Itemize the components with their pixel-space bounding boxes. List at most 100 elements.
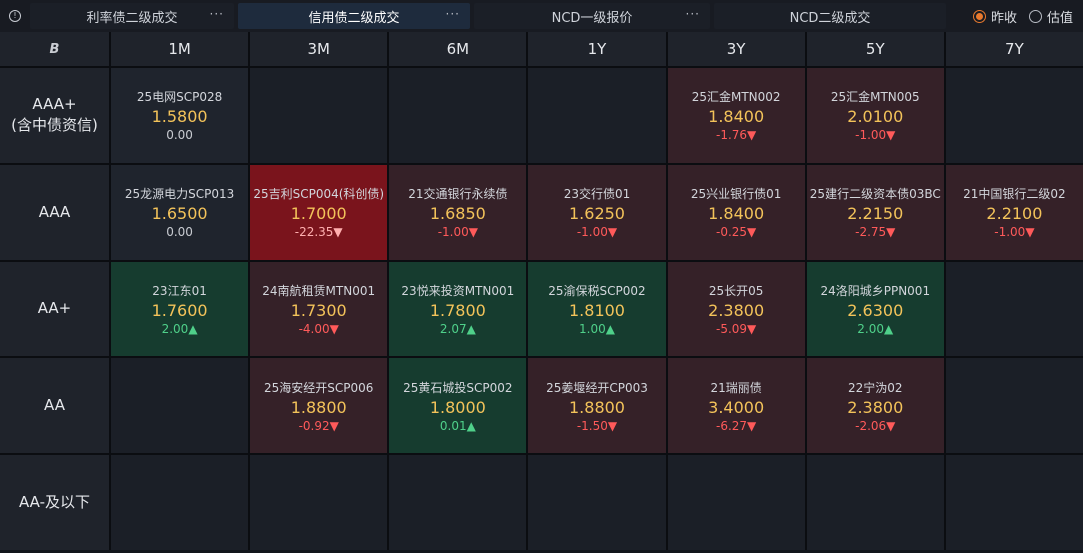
bond-cell[interactable]: 24南航租赁MTN001 1.7300 -4.00▼ <box>250 261 388 357</box>
empty-cell <box>667 455 805 550</box>
rating-tenor-matrix: B 1M 3M 6M 1Y 3Y 5Y 7Y AAA+ (含中债资信) 25电网SCP028 1.5… <box>0 32 1083 550</box>
bond-name: 23江东01 <box>152 283 207 298</box>
column-header-1m[interactable]: 1M <box>111 32 249 66</box>
more-icon[interactable]: ··· <box>446 7 460 21</box>
tab-rate-bond-secondary[interactable]: 利率债二级成交 ··· <box>30 3 234 29</box>
column-header-1y[interactable]: 1Y <box>528 32 666 66</box>
bond-yield: 2.3800 <box>847 397 904 417</box>
bond-cell[interactable]: 25建行二级资本债03BC 2.2150 -2.75▼ <box>806 164 944 260</box>
bond-cell[interactable]: 21交通银行永续债 1.6850 -1.00▼ <box>389 164 527 260</box>
bond-name: 25兴业银行债01 <box>690 187 782 202</box>
row-label-line: AA-及以下 <box>18 493 91 512</box>
bond-cell[interactable]: 25吉利SCP004(科创债) 1.7000 -22.35▼ <box>250 164 388 260</box>
bond-cell[interactable]: 25长开05 2.3800 -5.09▼ <box>667 261 805 357</box>
tab-bar: ! 利率债二级成交 ··· 信用债二级成交 ··· NCD一级报价 ··· NC… <box>0 0 1083 33</box>
row-label: AA-及以下 <box>0 455 109 550</box>
bond-cell[interactable]: 23交行债01 1.6250 -1.00▼ <box>528 164 666 260</box>
bond-name: 22宁沩02 <box>848 380 903 395</box>
bond-cell[interactable]: 22宁沩02 2.3800 -2.06▼ <box>806 358 944 454</box>
column-header-3m[interactable]: 3M <box>250 32 388 66</box>
empty-cell <box>945 68 1083 163</box>
bond-name: 25汇金MTN002 <box>691 90 781 105</box>
row-label: AAA+ (含中债资信) <box>0 68 109 163</box>
row-label-text: AAA <box>39 202 71 223</box>
radio-selected-icon <box>972 9 986 23</box>
row-label-text: AA-及以下 <box>19 492 90 513</box>
empty-cell <box>111 358 249 454</box>
bond-yield: 1.8100 <box>569 300 625 320</box>
tab-ncd-secondary[interactable]: NCD二级成交 <box>714 3 946 29</box>
bond-cell[interactable]: 25渝保税SCP002 1.8100 1.00▲ <box>528 261 666 357</box>
column-header-7y[interactable]: 7Y <box>945 32 1083 66</box>
bond-yield-change: -1.00▼ <box>855 128 896 143</box>
bond-yield-change: -5.09▼ <box>715 321 757 336</box>
bond-cell[interactable]: 25龙源电力SCP013 1.6500 0.00 <box>111 164 249 260</box>
bond-yield-change: -0.92▼ <box>298 418 339 433</box>
bond-name: 24南航租赁MTN001 <box>262 283 376 298</box>
tab-label: NCD一级报价 <box>551 10 633 26</box>
bond-name: 24洛阳城乡PPN001 <box>820 283 931 298</box>
bond-cell[interactable]: 25汇金MTN002 1.8400 -1.76▼ <box>667 68 805 163</box>
bond-yield-change: -1.00▼ <box>437 225 478 240</box>
bond-cell[interactable]: 25海安经开SCP006 1.8800 -0.92▼ <box>250 358 388 454</box>
bond-cell[interactable]: 25黄石城投SCP002 1.8000 0.01▲ <box>389 358 527 454</box>
bond-name: 25姜堰经开CP003 <box>546 380 648 395</box>
column-header-3y[interactable]: 3Y <box>667 32 805 66</box>
bond-yield-change: -1.00▼ <box>994 225 1035 240</box>
bond-name: 25电网SCP028 <box>136 90 223 105</box>
bond-name: 23交行债01 <box>563 187 631 202</box>
more-icon[interactable]: ··· <box>210 7 224 21</box>
tab-label: 利率债二级成交 <box>86 10 178 26</box>
bond-yield: 1.7300 <box>290 300 347 320</box>
bond-yield: 1.6250 <box>569 204 625 224</box>
row-label-text: AA+ <box>38 298 72 319</box>
info-icon[interactable]: ! <box>0 0 30 32</box>
bond-cell[interactable]: 25汇金MTN005 2.0100 -1.00▼ <box>806 68 944 163</box>
compare-base-radio-group: 昨收 估值 <box>972 0 1073 32</box>
column-header-6m[interactable]: 6M <box>389 32 527 66</box>
bond-yield: 1.6850 <box>429 204 486 224</box>
bond-yield: 2.2100 <box>986 204 1043 224</box>
bond-name: 25龙源电力SCP013 <box>124 187 235 202</box>
bond-yield: 1.8400 <box>708 204 765 224</box>
bond-yield: 1.8800 <box>290 397 347 417</box>
bond-name: 25渝保税SCP002 <box>548 283 646 298</box>
bond-yield-change: -1.00▼ <box>576 225 618 240</box>
tab-credit-bond-secondary[interactable]: 信用债二级成交 ··· <box>238 3 470 29</box>
tab-label: 信用债二级成交 <box>308 10 400 26</box>
radio-valuation[interactable]: 估值 <box>1028 7 1073 26</box>
bond-yield: 3.4000 <box>708 397 765 417</box>
column-header-5y[interactable]: 5Y <box>806 32 944 66</box>
bond-yield: 1.5800 <box>151 107 208 127</box>
bond-cell[interactable]: 25电网SCP028 1.5800 0.00 <box>111 68 249 163</box>
bond-yield: 2.0100 <box>847 107 904 127</box>
bond-cell[interactable]: 24洛阳城乡PPN001 2.6300 2.00▲ <box>806 261 944 357</box>
bond-yield: 1.8000 <box>429 397 486 417</box>
bond-cell[interactable]: 23悦来投资MTN001 1.7800 2.07▲ <box>389 261 527 357</box>
empty-cell <box>528 68 666 163</box>
bond-cell[interactable]: 23江东01 1.7600 2.00▲ <box>111 261 249 357</box>
bond-cell[interactable]: 25姜堰经开CP003 1.8800 -1.50▼ <box>528 358 666 454</box>
bond-yield-change: -1.50▼ <box>576 418 618 433</box>
tab-label: NCD二级成交 <box>789 10 871 26</box>
tab-ncd-primary-quote[interactable]: NCD一级报价 ··· <box>474 3 710 29</box>
bond-yield-change: 2.07▲ <box>439 321 476 336</box>
bond-cell[interactable]: 21瑞丽债 3.4000 -6.27▼ <box>667 358 805 454</box>
bond-yield-change: -22.35▼ <box>294 225 343 240</box>
bond-name: 21交通银行永续债 <box>408 187 508 202</box>
empty-cell <box>389 68 527 163</box>
bond-yield-change: 2.00▲ <box>161 321 198 336</box>
bond-cell[interactable]: 21中国银行二级02 2.2100 -1.00▼ <box>945 164 1083 260</box>
bond-yield-change: -4.00▼ <box>298 321 339 336</box>
bond-yield-change: -0.25▼ <box>715 225 757 240</box>
empty-cell <box>945 358 1083 454</box>
more-icon[interactable]: ··· <box>686 7 700 21</box>
bond-cell[interactable]: 25兴业银行债01 1.8400 -0.25▼ <box>667 164 805 260</box>
bond-name: 21瑞丽债 <box>710 380 762 395</box>
empty-cell <box>945 455 1083 550</box>
bond-yield-change: 0.00 <box>166 225 193 240</box>
bond-yield: 2.6300 <box>847 300 904 320</box>
bond-name: 25吉利SCP004(科创债) <box>253 187 385 202</box>
bond-yield-change: -1.76▼ <box>715 128 757 143</box>
radio-prev-close[interactable]: 昨收 <box>972 7 1017 26</box>
